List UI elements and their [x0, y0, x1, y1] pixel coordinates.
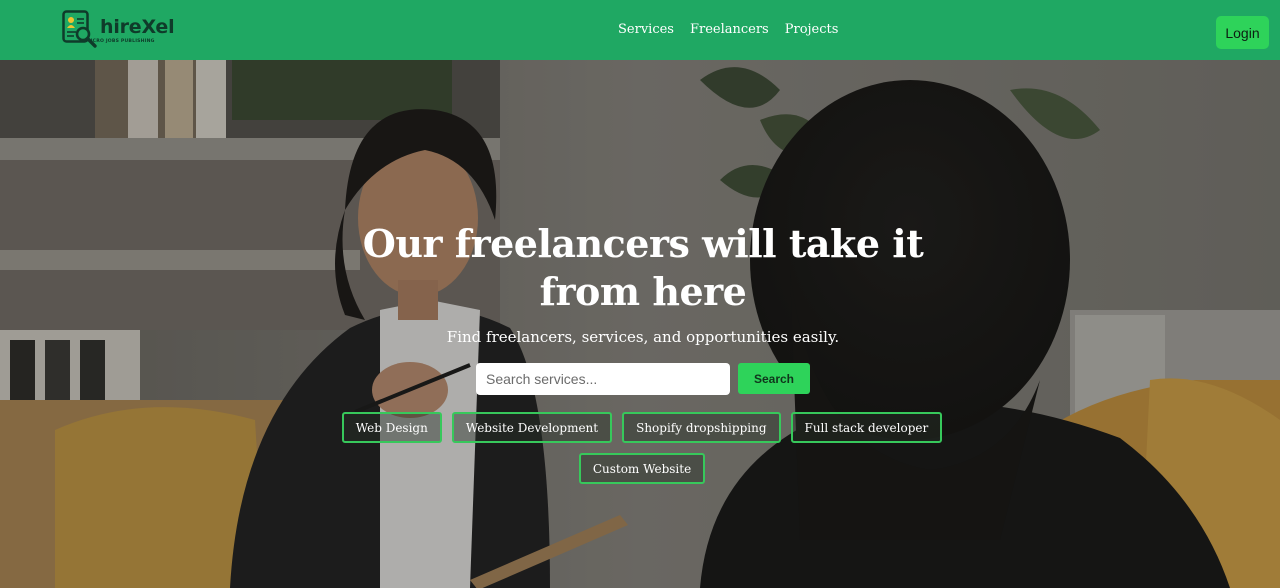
brand-name: hireXel	[100, 16, 175, 38]
nav-link-projects[interactable]: Projects	[785, 21, 839, 39]
search-button[interactable]: Search	[738, 363, 810, 394]
main-nav: Services Freelancers Projects	[618, 21, 838, 39]
tag-web-design[interactable]: Web Design	[341, 412, 442, 443]
category-tags: Web Design Website Development Shopify d…	[340, 412, 944, 494]
hero-overlay	[0, 60, 1280, 588]
hero-title: Our freelancers will take it from here	[362, 221, 924, 314]
top-navbar: hireXel MICRO JOBS PUBLISHING Services F…	[0, 0, 1280, 60]
tag-row: Web Design Website Development Shopify d…	[340, 412, 944, 443]
search-document-icon	[62, 10, 97, 48]
tag-custom-website[interactable]: Custom Website	[578, 453, 706, 484]
tag-row: Custom Website	[340, 453, 944, 484]
hero-subtitle: Find freelancers, services, and opportun…	[446, 328, 840, 346]
hero-section: Our freelancers will take it from here F…	[0, 60, 1280, 588]
nav-link-freelancers[interactable]: Freelancers	[690, 21, 769, 39]
tag-website-development[interactable]: Website Development	[451, 412, 613, 443]
brand-logo[interactable]: hireXel MICRO JOBS PUBLISHING	[62, 10, 182, 50]
nav-link-services[interactable]: Services	[618, 21, 674, 39]
search-input[interactable]	[476, 363, 730, 395]
tag-full-stack-developer[interactable]: Full stack developer	[790, 412, 943, 443]
tag-shopify-dropshipping[interactable]: Shopify dropshipping	[622, 412, 781, 443]
login-button[interactable]: Login	[1216, 16, 1269, 49]
brand-tagline: MICRO JOBS PUBLISHING	[86, 39, 155, 44]
